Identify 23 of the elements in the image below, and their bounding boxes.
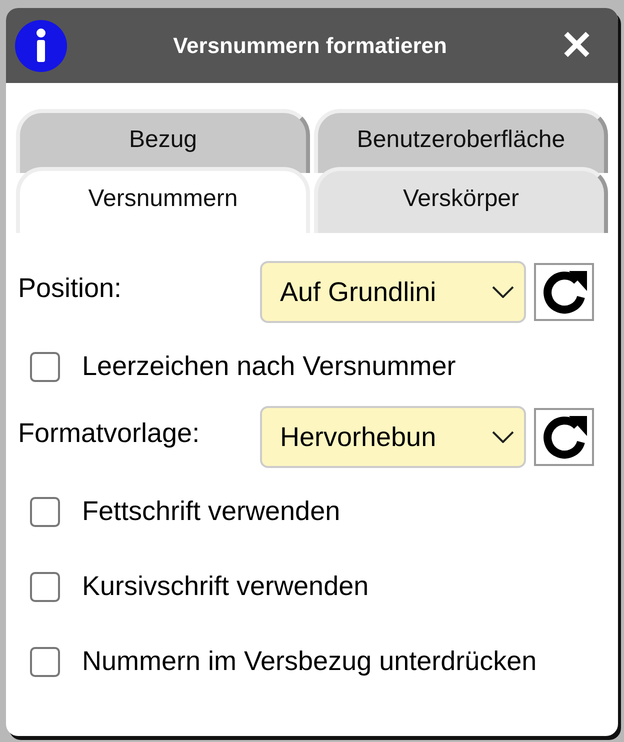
field-label: Position: xyxy=(18,272,123,304)
checkbox[interactable] xyxy=(30,496,60,526)
info-icon xyxy=(14,18,68,72)
tab[interactable]: Versnummern xyxy=(16,167,310,233)
tab[interactable]: Bezug xyxy=(16,109,310,173)
tab[interactable]: Benutzeroberfläche xyxy=(314,109,608,173)
dropdown[interactable]: Auf Grundlini xyxy=(260,261,526,323)
checkbox[interactable] xyxy=(30,352,60,382)
window-title: Versnummern formatieren xyxy=(172,32,448,58)
chevron-icon xyxy=(492,286,514,298)
checkbox-label: Leerzeichen nach Versnummer xyxy=(82,351,456,382)
checkbox[interactable] xyxy=(30,572,60,602)
close-button[interactable]: ✕ xyxy=(552,26,602,66)
checkbox[interactable] xyxy=(30,646,60,676)
dropdown[interactable]: Hervorhebun xyxy=(260,406,526,468)
tab[interactable]: Verskörper xyxy=(314,167,608,233)
chevron-icon xyxy=(492,431,514,443)
field-label: Formatvorlage: xyxy=(18,417,201,449)
reset-button[interactable] xyxy=(534,408,594,466)
checkbox-label: Fettschrift verwenden xyxy=(82,496,340,527)
checkbox-label: Nummern im Versbezug unterdrücken xyxy=(82,646,537,677)
reset-button[interactable] xyxy=(534,263,594,321)
checkbox-label: Kursivschrift verwenden xyxy=(82,571,369,602)
